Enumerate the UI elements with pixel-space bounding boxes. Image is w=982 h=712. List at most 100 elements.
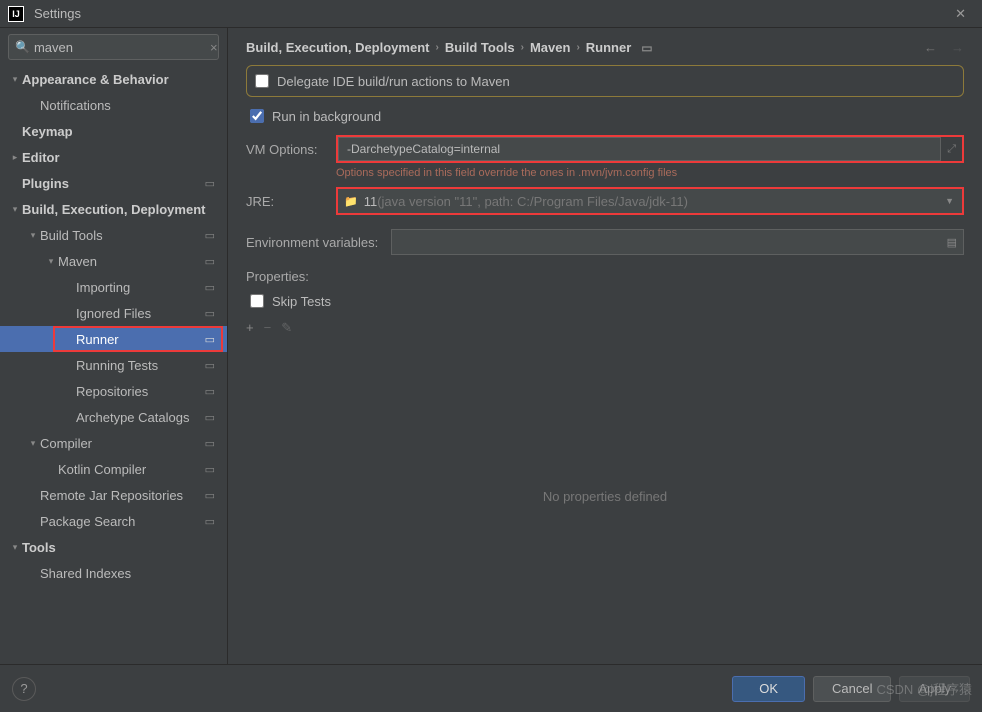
tree-build-tools[interactable]: ▾ Build Tools ▭ [0, 222, 227, 248]
search-icon: 🔍 [15, 40, 30, 54]
chevron-down-icon: ▾ [8, 74, 22, 85]
gear-icon: ▭ [205, 333, 219, 346]
tree-maven[interactable]: ▾ Maven ▭ [0, 248, 227, 274]
breadcrumb: Build, Execution, Deployment › Build Too… [246, 40, 964, 55]
chevron-right-icon: › [435, 42, 438, 53]
chevron-down-icon: ▾ [26, 230, 40, 241]
chevron-down-icon: ▾ [8, 542, 22, 553]
delegate-checkbox-row[interactable]: Delegate IDE build/run actions to Maven [255, 70, 955, 92]
breadcrumb-nav: ← → [924, 40, 964, 55]
skip-tests-row[interactable]: Skip Tests [250, 290, 964, 312]
run-bg-checkbox[interactable] [250, 109, 264, 123]
clear-search-icon[interactable]: × [210, 40, 218, 55]
tree-bed[interactable]: ▾ Build, Execution, Deployment [0, 196, 227, 222]
tree-running-tests[interactable]: Running Tests ▭ [0, 352, 227, 378]
gear-icon: ▭ [641, 41, 652, 55]
jre-detail: (java version "11", path: C:/Program Fil… [377, 194, 688, 209]
env-label: Environment variables: [246, 235, 391, 250]
tree-tools[interactable]: ▾ Tools [0, 534, 227, 560]
breadcrumb-item[interactable]: Build, Execution, Deployment [246, 40, 429, 55]
properties-toolbar: + − ✎ [246, 320, 964, 336]
main: 🔍 × ▾ Appearance & Behavior Notification… [0, 28, 982, 664]
window-title: Settings [34, 6, 81, 21]
chevron-down-icon: ▼ [937, 196, 962, 206]
footer: ? OK Cancel Apply [0, 664, 982, 712]
expand-icon[interactable]: ⤢ [941, 143, 962, 156]
chevron-down-icon: ▾ [26, 438, 40, 449]
skip-tests-checkbox[interactable] [250, 294, 264, 308]
search-input[interactable] [34, 40, 210, 55]
chevron-down-icon: ▾ [44, 256, 58, 267]
vm-options-highlight: ⤢ [336, 135, 964, 163]
tree-importing[interactable]: Importing ▭ [0, 274, 227, 300]
edit-icon[interactable]: ✎ [281, 320, 292, 336]
watermark: CSDN @j程序猿 [876, 679, 972, 698]
properties-area: No properties defined [246, 340, 964, 652]
gear-icon: ▭ [205, 515, 219, 528]
run-bg-label: Run in background [272, 109, 381, 124]
help-button[interactable]: ? [12, 677, 36, 701]
vm-options-label: VM Options: [246, 142, 336, 157]
gear-icon: ▭ [205, 229, 219, 242]
delegate-label: Delegate IDE build/run actions to Maven [277, 74, 510, 89]
chevron-down-icon: ▾ [8, 204, 22, 215]
chevron-right-icon: › [576, 42, 579, 53]
gear-icon: ▭ [205, 359, 219, 372]
vm-options-input[interactable] [338, 137, 941, 161]
delegate-panel: Delegate IDE build/run actions to Maven [246, 65, 964, 97]
jre-label: JRE: [246, 194, 336, 209]
folder-icon: 📁 [338, 195, 364, 208]
tree-editor[interactable]: ▸ Editor [0, 144, 227, 170]
titlebar: IJ Settings ✕ [0, 0, 982, 28]
back-icon[interactable]: ← [924, 40, 937, 55]
delegate-checkbox[interactable] [255, 74, 269, 88]
settings-tree: ▾ Appearance & Behavior Notifications Ke… [0, 66, 227, 664]
remove-icon[interactable]: − [264, 320, 272, 336]
env-row: Environment variables: ▤ [246, 229, 964, 255]
gear-icon: ▭ [205, 437, 219, 450]
tree-notifications[interactable]: Notifications [0, 92, 227, 118]
tree-plugins[interactable]: Plugins ▭ [0, 170, 227, 196]
env-input[interactable]: ▤ [391, 229, 964, 255]
tree-package-search[interactable]: Package Search ▭ [0, 508, 227, 534]
tree-shared-idx[interactable]: Shared Indexes [0, 560, 227, 586]
tree-appearance[interactable]: ▾ Appearance & Behavior [0, 66, 227, 92]
properties-label: Properties: [246, 269, 964, 284]
run-bg-row[interactable]: Run in background [250, 105, 964, 127]
ok-button[interactable]: OK [732, 676, 805, 702]
tree-runner[interactable]: Runner ▭ [0, 326, 227, 352]
jre-value: 11 [364, 194, 378, 209]
chevron-right-icon: › [521, 42, 524, 53]
close-icon[interactable]: ✕ [947, 2, 974, 26]
gear-icon: ▭ [205, 489, 219, 502]
vm-options-hint: Options specified in this field override… [336, 167, 964, 179]
gear-icon: ▭ [205, 385, 219, 398]
vm-options-row: VM Options: ⤢ [246, 135, 964, 163]
tree-archetype[interactable]: Archetype Catalogs ▭ [0, 404, 227, 430]
gear-icon: ▭ [205, 177, 219, 190]
gear-icon: ▭ [205, 411, 219, 424]
forward-icon[interactable]: → [951, 40, 964, 55]
gear-icon: ▭ [205, 307, 219, 320]
tree-keymap[interactable]: Keymap [0, 118, 227, 144]
search-box[interactable]: 🔍 × [8, 34, 219, 60]
jre-row: JRE: 📁 11 (java version "11", path: C:/P… [246, 187, 964, 215]
content-panel: Build, Execution, Deployment › Build Too… [228, 28, 982, 664]
sidebar: 🔍 × ▾ Appearance & Behavior Notification… [0, 28, 228, 664]
breadcrumb-item[interactable]: Build Tools [445, 40, 515, 55]
jre-dropdown[interactable]: 📁 11 (java version "11", path: C:/Progra… [336, 187, 964, 215]
gear-icon: ▭ [205, 255, 219, 268]
gear-icon: ▭ [205, 281, 219, 294]
app-icon: IJ [8, 6, 24, 22]
breadcrumb-item[interactable]: Maven [530, 40, 570, 55]
tree-ignored[interactable]: Ignored Files ▭ [0, 300, 227, 326]
add-icon[interactable]: + [246, 320, 254, 336]
no-properties-text: No properties defined [543, 489, 667, 504]
tree-compiler[interactable]: ▾ Compiler ▭ [0, 430, 227, 456]
tree-remote-jar[interactable]: Remote Jar Repositories ▭ [0, 482, 227, 508]
list-icon[interactable]: ▤ [941, 236, 963, 249]
gear-icon: ▭ [205, 463, 219, 476]
chevron-right-icon: ▸ [8, 152, 22, 163]
tree-kotlin[interactable]: Kotlin Compiler ▭ [0, 456, 227, 482]
tree-repositories[interactable]: Repositories ▭ [0, 378, 227, 404]
